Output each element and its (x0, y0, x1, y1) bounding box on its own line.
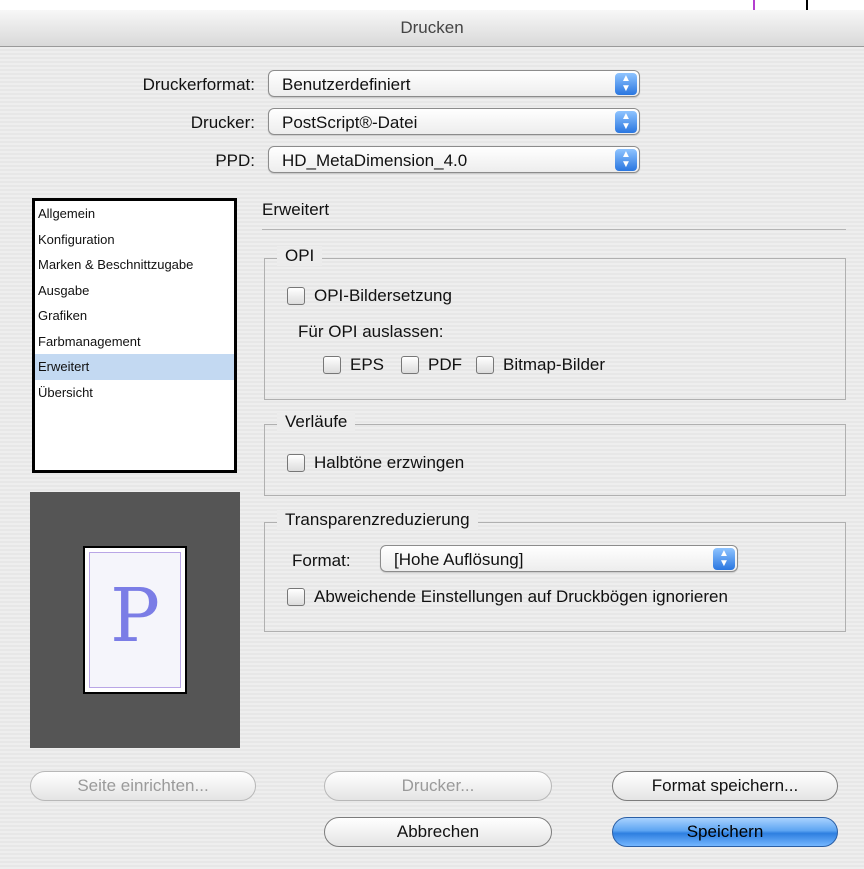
opi-replace-label: OPI-Bildersetzung (314, 286, 452, 305)
cancel-button[interactable]: Abbrechen (324, 817, 552, 847)
transparency-format-popup[interactable]: [Hohe Auflösung] ▲ ▼ (380, 545, 738, 572)
opi-group-title: OPI (277, 246, 323, 266)
transparency-group-title: Transparenzreduzierung (277, 510, 478, 530)
format-label: Format: (292, 551, 351, 570)
force-halftones-label: Halbtöne erzwingen (314, 453, 465, 472)
ppd-label: PPD: (215, 151, 255, 170)
printer-label: Drucker: (190, 113, 255, 132)
popup-arrows-icon: ▲ ▼ (615, 149, 637, 171)
printer-format-label: Druckerformat: (142, 75, 255, 94)
printer-button[interactable]: Drucker... (324, 771, 552, 801)
opi-bitmap-checkbox[interactable] (476, 356, 494, 374)
transparency-group: Transparenzreduzierung (264, 510, 846, 632)
force-halftones-checkbox[interactable] (287, 454, 305, 472)
printer-format-value: Benutzerdefiniert (282, 75, 411, 94)
preview-page: P (83, 546, 187, 694)
save-preset-button[interactable]: Format speichern... (612, 771, 838, 801)
sidebar-item-erweitert[interactable]: Erweitert (35, 354, 234, 380)
popup-arrows-icon: ▲ ▼ (615, 111, 637, 133)
opi-pdf-label: PDF (428, 355, 462, 374)
opi-eps-label: EPS (350, 355, 385, 374)
dialog-title: Drucken (0, 10, 864, 47)
ignore-spread-overrides-label: Abweichende Einstellungen auf Druckbögen… (314, 587, 728, 606)
popup-arrows-icon: ▲ ▼ (615, 73, 637, 95)
preview-page-area: P (89, 552, 181, 688)
opi-omit-label: Für OPI auslassen: (298, 322, 444, 341)
save-button[interactable]: Speichern (612, 817, 838, 847)
opi-bitmap-label: Bitmap-Bilder (503, 355, 606, 374)
preview-letter: P (110, 573, 160, 659)
sidebar-item-uebersicht[interactable]: Übersicht (35, 380, 234, 406)
sidebar-item-farbmanagement[interactable]: Farbmanagement (35, 329, 234, 355)
ppd-popup[interactable]: HD_MetaDimension_4.0 ▲ ▼ (268, 146, 640, 173)
printer-popup[interactable]: PostScript®-Datei ▲ ▼ (268, 108, 640, 135)
black-guide-line (806, 0, 808, 10)
printer-value: PostScript®-Datei (282, 113, 418, 132)
section-divider (262, 229, 846, 230)
print-dialog: Drucken Druckerformat: Benutzerdefiniert… (0, 0, 864, 869)
page-setup-button[interactable]: Seite einrichten... (30, 771, 256, 801)
sidebar-item-allgemein[interactable]: Allgemein (35, 201, 234, 227)
background-strip (0, 0, 864, 10)
transparency-format-value: [Hohe Auflösung] (394, 550, 524, 569)
opi-eps-checkbox[interactable] (323, 356, 341, 374)
category-list: Allgemein Konfiguration Marken & Beschni… (32, 198, 237, 473)
ppd-value: HD_MetaDimension_4.0 (282, 151, 468, 170)
gradients-group-title: Verläufe (277, 412, 356, 432)
sidebar-item-grafiken[interactable]: Grafiken (35, 303, 234, 329)
section-title: Erweitert (262, 200, 330, 219)
popup-arrows-icon: ▲ ▼ (713, 548, 735, 570)
ignore-spread-overrides-checkbox[interactable] (287, 588, 305, 606)
sidebar-item-konfiguration[interactable]: Konfiguration (35, 227, 234, 253)
sidebar-item-ausgabe[interactable]: Ausgabe (35, 278, 234, 304)
page-preview: P (30, 492, 240, 748)
printer-format-popup[interactable]: Benutzerdefiniert ▲ ▼ (268, 70, 640, 97)
sidebar-item-marken[interactable]: Marken & Beschnittzugabe (35, 252, 234, 278)
purple-guide-line (753, 0, 755, 10)
opi-pdf-checkbox[interactable] (401, 356, 419, 374)
opi-replace-checkbox[interactable] (287, 287, 305, 305)
